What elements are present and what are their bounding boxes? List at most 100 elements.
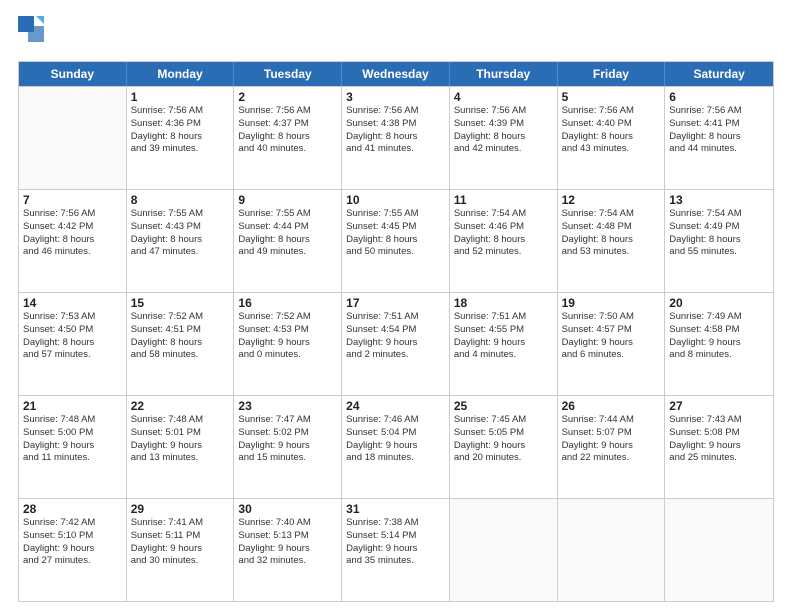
daylight-text: Daylight: 8 hours — [131, 131, 230, 144]
daylight-text: and 58 minutes. — [131, 349, 230, 362]
sunrise-text: Sunrise: 7:52 AM — [238, 311, 337, 324]
weekday-header: Tuesday — [234, 62, 342, 86]
sunrise-text: Sunrise: 7:51 AM — [346, 311, 445, 324]
daylight-text: and 20 minutes. — [454, 452, 553, 465]
daylight-text: Daylight: 9 hours — [346, 337, 445, 350]
calendar-cell: 13Sunrise: 7:54 AMSunset: 4:49 PMDayligh… — [665, 190, 773, 292]
calendar-cell: 14Sunrise: 7:53 AMSunset: 4:50 PMDayligh… — [19, 293, 127, 395]
daylight-text: Daylight: 8 hours — [346, 131, 445, 144]
daylight-text: Daylight: 8 hours — [454, 234, 553, 247]
weekday-header: Friday — [558, 62, 666, 86]
sunset-text: Sunset: 5:14 PM — [346, 530, 445, 543]
daylight-text: Daylight: 8 hours — [562, 131, 661, 144]
sunset-text: Sunset: 4:51 PM — [131, 324, 230, 337]
sunset-text: Sunset: 4:43 PM — [131, 221, 230, 234]
day-number: 6 — [669, 90, 769, 104]
calendar-week: 7Sunrise: 7:56 AMSunset: 4:42 PM Daylight… — [19, 189, 773, 292]
sunset-text: Sunset: 5:13 PM — [238, 530, 337, 543]
daylight-text: and 0 minutes. — [238, 349, 337, 362]
calendar-cell: 12Sunrise: 7:54 AMSunset: 4:48 PMDayligh… — [558, 190, 666, 292]
day-number: 2 — [238, 90, 337, 104]
daylight-text: Daylight: 8 hours — [669, 131, 769, 144]
daylight-text: Daylight: 9 hours — [454, 337, 553, 350]
day-number: 9 — [238, 193, 337, 207]
calendar-cell: 19Sunrise: 7:50 AMSunset: 4:57 PMDayligh… — [558, 293, 666, 395]
daylight-text: Daylight: 8 hours — [669, 234, 769, 247]
day-number: 29 — [131, 502, 230, 516]
daylight-text: and 57 minutes. — [23, 349, 122, 362]
day-number: 28 — [23, 502, 122, 516]
sunset-text: Sunset: 4:40 PM — [562, 118, 661, 131]
sunset-text: Sunset: 5:01 PM — [131, 427, 230, 440]
day-number: 7 — [23, 193, 122, 207]
daylight-text: Daylight: 9 hours — [131, 543, 230, 556]
sunset-text: Sunset: 5:04 PM — [346, 427, 445, 440]
calendar-week: 21Sunrise: 7:48 AMSunset: 5:00 PMDayligh… — [19, 395, 773, 498]
day-number: 14 — [23, 296, 122, 310]
calendar-cell: 2Sunrise: 7:56 AMSunset: 4:37 PMDaylight… — [234, 87, 342, 189]
daylight-text: and 4 minutes. — [454, 349, 553, 362]
sunrise-text: Sunrise: 7:55 AM — [346, 208, 445, 221]
sunset-text: Sunset: 4:58 PM — [669, 324, 769, 337]
day-number: 10 — [346, 193, 445, 207]
daylight-text: Daylight: 8 hours — [23, 337, 122, 350]
calendar-cell: 7Sunrise: 7:56 AMSunset: 4:42 PMDaylight… — [19, 190, 127, 292]
daylight-text: Daylight: 8 hours — [238, 234, 337, 247]
daylight-text: and 35 minutes. — [346, 555, 445, 568]
sunset-text: Sunset: 4:39 PM — [454, 118, 553, 131]
daylight-text: and 27 minutes. — [23, 555, 122, 568]
sunset-text: Sunset: 5:00 PM — [23, 427, 122, 440]
daylight-text: Daylight: 8 hours — [346, 234, 445, 247]
sunrise-text: Sunrise: 7:54 AM — [562, 208, 661, 221]
daylight-text: and 22 minutes. — [562, 452, 661, 465]
calendar-header-row: SundayMondayTuesdayWednesdayThursdayFrid… — [19, 62, 773, 86]
calendar-cell: 24Sunrise: 7:46 AMSunset: 5:04 PMDayligh… — [342, 396, 450, 498]
sunrise-text: Sunrise: 7:40 AM — [238, 517, 337, 530]
day-number: 24 — [346, 399, 445, 413]
sunset-text: Sunset: 4:50 PM — [23, 324, 122, 337]
sunrise-text: Sunrise: 7:42 AM — [23, 517, 122, 530]
sunrise-text: Sunrise: 7:56 AM — [23, 208, 122, 221]
day-number: 3 — [346, 90, 445, 104]
calendar-cell: 18Sunrise: 7:51 AMSunset: 4:55 PMDayligh… — [450, 293, 558, 395]
day-number: 15 — [131, 296, 230, 310]
day-number: 20 — [669, 296, 769, 310]
sunset-text: Sunset: 4:36 PM — [131, 118, 230, 131]
day-number: 17 — [346, 296, 445, 310]
daylight-text: Daylight: 9 hours — [23, 440, 122, 453]
calendar-week: 14Sunrise: 7:53 AMSunset: 4:50 PMDayligh… — [19, 292, 773, 395]
sunset-text: Sunset: 4:42 PM — [23, 221, 122, 234]
daylight-text: and 2 minutes. — [346, 349, 445, 362]
calendar-body: 1Sunrise: 7:56 AMSunset: 4:36 PMDaylight… — [19, 86, 773, 601]
sunrise-text: Sunrise: 7:52 AM — [131, 311, 230, 324]
weekday-header: Saturday — [665, 62, 773, 86]
daylight-text: Daylight: 8 hours — [238, 131, 337, 144]
sunset-text: Sunset: 4:49 PM — [669, 221, 769, 234]
daylight-text: and 43 minutes. — [562, 143, 661, 156]
day-number: 22 — [131, 399, 230, 413]
sunrise-text: Sunrise: 7:53 AM — [23, 311, 122, 324]
sunrise-text: Sunrise: 7:44 AM — [562, 414, 661, 427]
daylight-text: and 52 minutes. — [454, 246, 553, 259]
sunset-text: Sunset: 5:10 PM — [23, 530, 122, 543]
daylight-text: and 11 minutes. — [23, 452, 122, 465]
weekday-header: Wednesday — [342, 62, 450, 86]
day-number: 1 — [131, 90, 230, 104]
daylight-text: Daylight: 9 hours — [131, 440, 230, 453]
daylight-text: and 32 minutes. — [238, 555, 337, 568]
calendar-cell: 1Sunrise: 7:56 AMSunset: 4:36 PMDaylight… — [127, 87, 235, 189]
day-number: 4 — [454, 90, 553, 104]
header — [18, 16, 774, 53]
daylight-text: Daylight: 9 hours — [23, 543, 122, 556]
calendar-cell — [450, 499, 558, 601]
sunset-text: Sunset: 4:48 PM — [562, 221, 661, 234]
logo-icon — [18, 16, 44, 48]
daylight-text: and 42 minutes. — [454, 143, 553, 156]
day-number: 30 — [238, 502, 337, 516]
daylight-text: and 53 minutes. — [562, 246, 661, 259]
sunrise-text: Sunrise: 7:48 AM — [131, 414, 230, 427]
sunrise-text: Sunrise: 7:43 AM — [669, 414, 769, 427]
sunrise-text: Sunrise: 7:55 AM — [131, 208, 230, 221]
daylight-text: and 15 minutes. — [238, 452, 337, 465]
sunrise-text: Sunrise: 7:49 AM — [669, 311, 769, 324]
